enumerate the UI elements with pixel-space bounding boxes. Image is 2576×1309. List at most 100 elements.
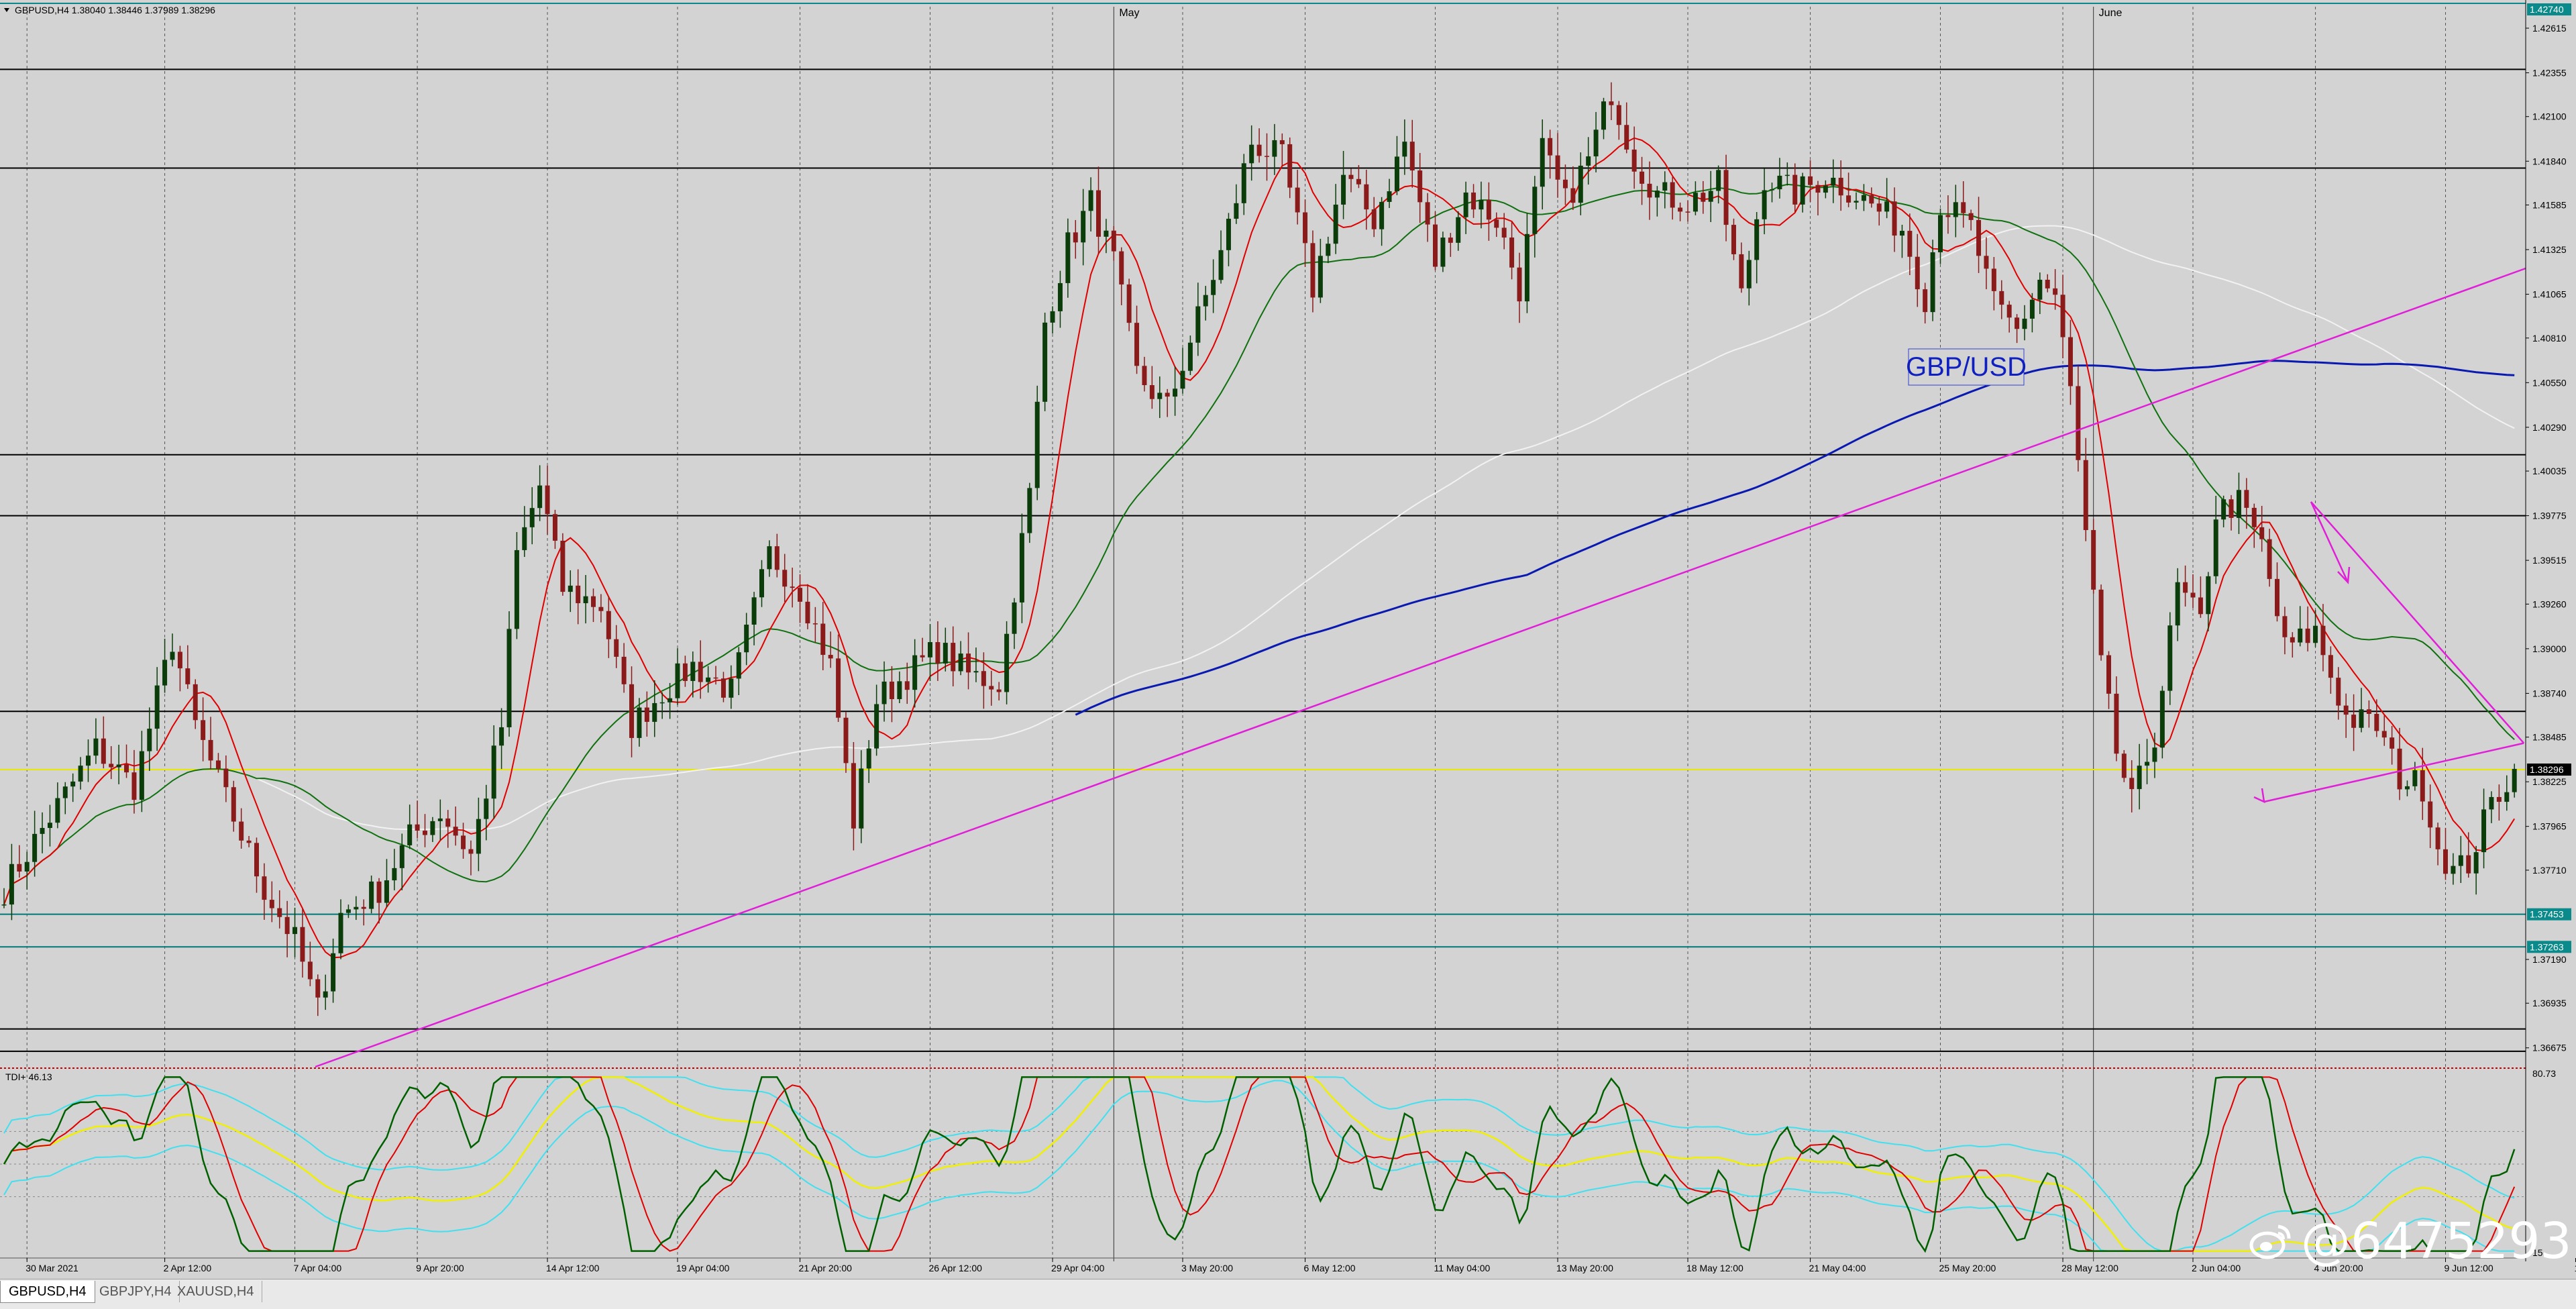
bull-candle <box>767 546 772 570</box>
bear-candle <box>1999 291 2004 305</box>
bear-candle <box>790 586 795 588</box>
bear-candle <box>101 738 106 764</box>
bull-candle <box>1050 311 1055 323</box>
bear-candle <box>1303 212 1308 244</box>
bull-candle <box>1463 192 1468 217</box>
bull-candle <box>345 909 351 913</box>
bear-candle <box>2045 279 2050 289</box>
bull-candle <box>1708 191 1713 202</box>
bull-candle <box>1333 204 1338 244</box>
bear-candle <box>2336 678 2341 706</box>
bear-candle <box>1073 232 1078 243</box>
bear-candle <box>2083 460 2088 531</box>
bull-candle <box>2213 519 2218 576</box>
bull-candle <box>47 823 52 829</box>
bear-candle <box>2183 582 2188 593</box>
bull-candle <box>1318 256 1323 298</box>
time-tick-label: 18 May 12:00 <box>1686 1263 1743 1273</box>
bear-candle <box>2343 705 2349 715</box>
bull-candle <box>537 485 543 509</box>
bull-candle <box>514 549 519 629</box>
time-tick-label: 19 Apr 04:00 <box>676 1263 730 1273</box>
tab-gbpusd-h4[interactable]: GBPUSD,H4 <box>0 1281 95 1303</box>
bull-candle <box>1211 280 1216 295</box>
bear-candle <box>560 540 566 592</box>
price-axis: 1.42615 1.42355 1.42100 1.41840 1.41585 1.413… <box>2525 0 2576 1279</box>
bear-candle <box>1701 193 1706 202</box>
bull-candle <box>9 863 14 905</box>
bull-candle <box>1899 231 1904 236</box>
bear-candle <box>2290 637 2295 643</box>
bear-candle <box>269 900 274 908</box>
bear-candle <box>1616 105 1621 125</box>
bear-candle <box>621 656 627 684</box>
price-tick-label: 1.39000 <box>2532 643 2567 654</box>
bull-candle <box>1593 129 1599 157</box>
time-tick-label: 11 May 04:00 <box>1434 1263 1491 1273</box>
bear-candle <box>2466 855 2471 874</box>
bull-candle <box>484 798 489 819</box>
bear-candle <box>2129 778 2135 790</box>
bull-candle <box>1042 322 1048 402</box>
time-tick-label: 14 Apr 12:00 <box>546 1263 600 1273</box>
bear-candle <box>1165 392 1170 397</box>
bull-candle <box>881 681 887 704</box>
bear-candle <box>2251 507 2257 527</box>
bull-candle <box>690 662 696 681</box>
bull-candle <box>2029 299 2035 319</box>
bear-candle <box>2091 530 2096 590</box>
bear-candle <box>2229 499 2234 518</box>
bear-candle <box>1517 267 1522 302</box>
bear-candle <box>1149 385 1155 399</box>
bull-candle <box>369 881 374 909</box>
price-tick-label: 1.39260 <box>2532 598 2567 609</box>
bear-candle <box>828 655 833 659</box>
bear-candle <box>2267 539 2272 579</box>
bull-candle <box>437 818 443 821</box>
bear-candle <box>2060 295 2065 337</box>
bull-candle <box>292 927 298 935</box>
annotation-box[interactable]: GBP/USD <box>1906 348 2027 386</box>
price-tick-label: 1.39775 <box>2532 511 2567 521</box>
support-price-label: 1.37263 <box>2530 941 2564 952</box>
bull-candle <box>2206 576 2211 615</box>
price-tick-label: 1.41325 <box>2532 244 2567 255</box>
bull-candle <box>1716 170 1721 191</box>
bear-candle <box>1976 219 1982 256</box>
bear-candle <box>2397 748 2402 790</box>
bear-candle <box>2374 713 2379 731</box>
bear-candle <box>798 588 803 602</box>
bull-candle <box>1249 144 1254 164</box>
bear-candle <box>445 818 451 827</box>
bull-candle <box>1938 215 1943 253</box>
bear-candle <box>2435 827 2440 849</box>
bull-candle <box>1953 202 1958 217</box>
bull-candle <box>1394 156 1399 192</box>
time-tick-label: 21 May 04:00 <box>1809 1263 1866 1273</box>
tab-xauusd-h4[interactable]: XAUUSD,H4 <box>169 1281 263 1302</box>
bear-candle <box>2443 849 2448 874</box>
bull-candle <box>331 953 336 992</box>
bull-candle <box>1157 392 1163 399</box>
trading-chart[interactable]: MayJuneJuly 1.426151.423551.421001.41840… <box>0 0 2576 1308</box>
bear-candle <box>2428 801 2433 828</box>
bear-candle <box>682 663 688 681</box>
bear-candle <box>1570 188 1576 203</box>
tab-gbpjpy-h4[interactable]: GBPJPY,H4 <box>91 1281 180 1302</box>
bull-candle <box>751 597 757 625</box>
bear-candle <box>935 642 941 664</box>
tdi-axis-top: 80.73 <box>2532 1068 2556 1079</box>
bear-candle <box>1815 185 1821 193</box>
bull-candle <box>1601 101 1606 130</box>
bear-candle <box>1364 184 1369 210</box>
bull-candle <box>1532 187 1538 234</box>
bull-candle <box>1065 232 1071 283</box>
bear-candle <box>1119 251 1124 284</box>
bull-candle <box>759 569 764 598</box>
bear-candle <box>1471 192 1477 210</box>
bear-candle <box>453 827 458 836</box>
bear-candle <box>1509 238 1515 268</box>
bull-candle <box>2298 628 2303 643</box>
bull-candle <box>1746 260 1752 289</box>
bull-candle <box>1241 163 1246 203</box>
